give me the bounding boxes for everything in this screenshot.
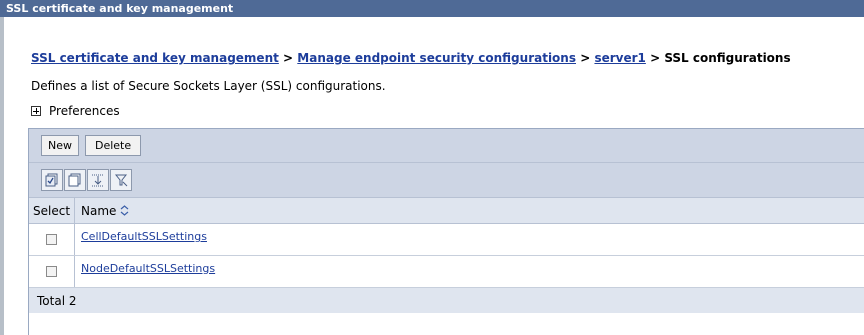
row-name-link[interactable]: NodeDefaultSSLSettings bbox=[81, 262, 215, 275]
row-name-cell: CellDefaultSSLSettings bbox=[75, 224, 864, 255]
row-select-cell bbox=[29, 224, 75, 255]
breadcrumb-link-ssl-key-management[interactable]: SSL certificate and key management bbox=[31, 51, 279, 65]
preferences-toggle[interactable]: Preferences bbox=[31, 104, 120, 118]
new-button[interactable]: New bbox=[41, 135, 79, 156]
page-description: Defines a list of Secure Sockets Layer (… bbox=[31, 79, 386, 93]
breadcrumb-link-endpoint-security[interactable]: Manage endpoint security configurations bbox=[297, 51, 576, 65]
sort-icon[interactable] bbox=[120, 205, 129, 216]
icon-toolbar bbox=[29, 163, 864, 198]
show-filter-icon[interactable] bbox=[87, 169, 109, 191]
clear-filter-icon[interactable] bbox=[110, 169, 132, 191]
select-all-icon[interactable] bbox=[41, 169, 63, 191]
row-checkbox[interactable] bbox=[46, 266, 57, 277]
breadcrumb-separator: > bbox=[650, 51, 661, 65]
ssl-configurations-table: New Delete Select Name CellDefaultSSLSet… bbox=[28, 128, 864, 335]
window-title: SSL certificate and key management bbox=[0, 0, 864, 17]
table-total: Total 2 bbox=[29, 288, 864, 313]
button-toolbar: New Delete bbox=[29, 129, 864, 163]
deselect-all-icon[interactable] bbox=[64, 169, 86, 191]
preferences-label: Preferences bbox=[49, 104, 120, 118]
delete-button[interactable]: Delete bbox=[85, 135, 142, 156]
table-row: CellDefaultSSLSettings bbox=[29, 224, 864, 256]
row-name-link[interactable]: CellDefaultSSLSettings bbox=[81, 230, 207, 243]
table-row: NodeDefaultSSLSettings bbox=[29, 256, 864, 288]
column-header-name[interactable]: Name bbox=[75, 198, 864, 223]
row-name-cell: NodeDefaultSSLSettings bbox=[75, 256, 864, 287]
breadcrumb-link-server1[interactable]: server1 bbox=[594, 51, 645, 65]
column-header-name-label[interactable]: Name bbox=[81, 204, 116, 218]
breadcrumb: SSL certificate and key management > Man… bbox=[31, 51, 791, 65]
table-header: Select Name bbox=[29, 198, 864, 224]
row-checkbox[interactable] bbox=[46, 234, 57, 245]
breadcrumb-separator: > bbox=[580, 51, 591, 65]
breadcrumb-current: SSL configurations bbox=[664, 51, 791, 65]
column-header-select: Select bbox=[29, 198, 75, 223]
breadcrumb-separator: > bbox=[283, 51, 294, 65]
frame-border bbox=[0, 17, 4, 335]
expand-icon[interactable] bbox=[31, 106, 41, 116]
row-select-cell bbox=[29, 256, 75, 287]
